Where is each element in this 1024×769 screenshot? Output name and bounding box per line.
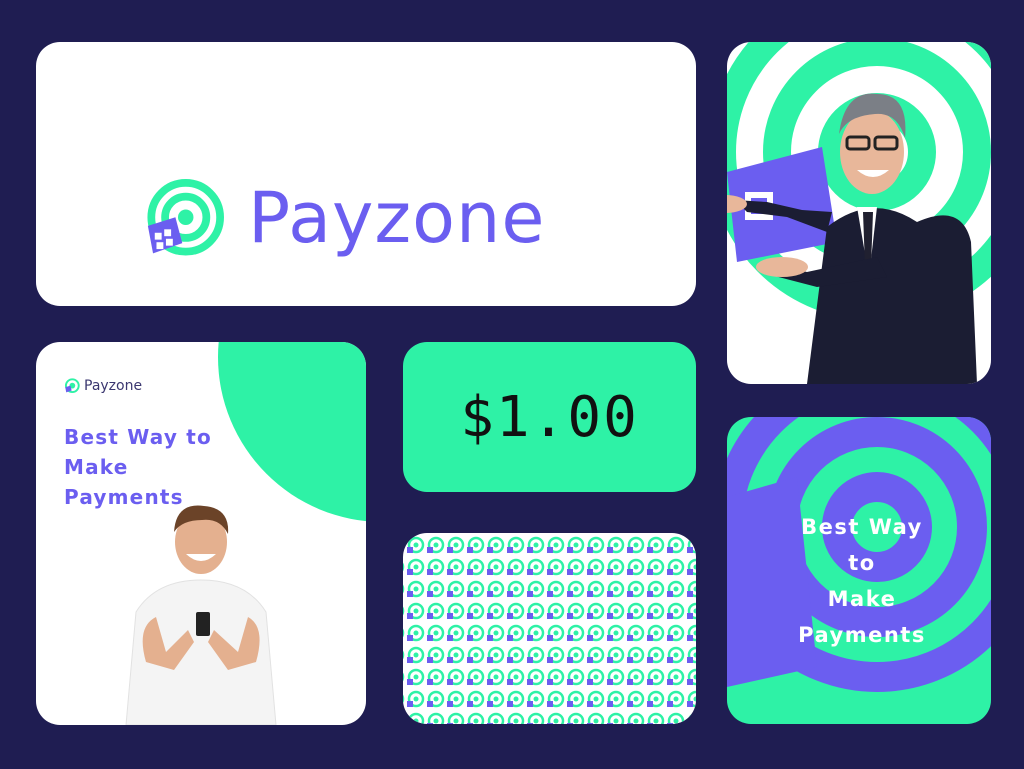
tagline: Best Way to Make Payments — [64, 422, 304, 512]
price-card: $1.00 — [403, 342, 696, 492]
payzone-logo-icon — [147, 179, 224, 256]
promo-card-right: Best Way to Make Payments — [727, 417, 991, 724]
mini-wordmark: Payzone — [84, 378, 143, 394]
tagline-line: Make — [64, 455, 129, 479]
tagline-line: Best Way to — [64, 425, 212, 449]
logo-card: Payzone — [36, 42, 696, 306]
tagline-line: Make — [827, 587, 897, 611]
tagline-right: Best Way to Make Payments — [767, 509, 957, 653]
businessman-card — [727, 42, 991, 384]
payzone-logo-icon — [64, 378, 80, 394]
payzone-logo-pattern — [403, 533, 696, 724]
tagline-line: to — [848, 551, 876, 575]
tagline-line: Best Way — [801, 515, 923, 539]
payzone-wordmark: Payzone — [248, 177, 546, 259]
pattern-card — [403, 533, 696, 724]
businessman-presenting-photo — [727, 42, 991, 384]
promo-card: Payzone Best Way to Make Payments — [36, 342, 366, 725]
tagline-line: Payments — [798, 623, 926, 647]
smiling-man-with-phone-photo — [125, 505, 277, 725]
price-label: $1.00 — [460, 384, 639, 450]
mini-logo: Payzone — [64, 378, 142, 394]
